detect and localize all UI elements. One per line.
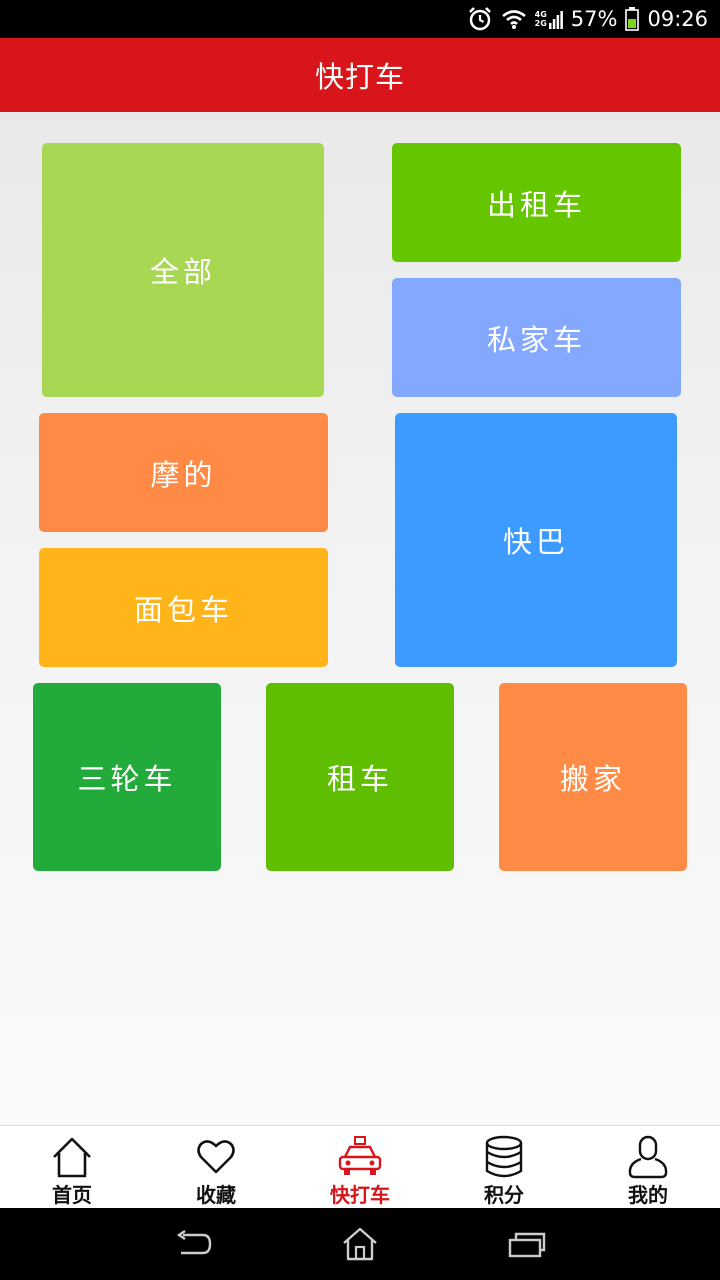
nav-home[interactable]: 首页 [0, 1126, 144, 1208]
system-home-button[interactable] [330, 1219, 390, 1269]
nav-favorites-label: 收藏 [196, 1183, 236, 1207]
tile-van[interactable]: 面包车 [39, 548, 328, 667]
network-type-top: 4G [534, 10, 547, 19]
nav-points[interactable]: 积分 [432, 1126, 576, 1208]
battery-icon [625, 7, 640, 31]
recent-apps-button[interactable] [497, 1219, 557, 1269]
system-nav-bar [0, 1208, 720, 1280]
wifi-icon [501, 8, 527, 30]
alarm-icon [467, 6, 493, 32]
network-type-bottom: 2G [534, 19, 547, 28]
nav-mine-label: 我的 [628, 1183, 668, 1207]
title-bar: 快打车 [0, 38, 720, 112]
coins-icon [481, 1134, 527, 1179]
tile-all[interactable]: 全部 [42, 143, 324, 397]
category-grid: 全部 出租车 私家车 摩的 快巴 面包车 三轮车 租车 搬家 [0, 112, 720, 1125]
bottom-nav: 首页 收藏 快打车 积分 我的 [0, 1125, 720, 1208]
tile-all-label: 全部 [149, 255, 216, 289]
user-icon [625, 1134, 671, 1179]
tile-van-label: 面包车 [133, 592, 233, 627]
nav-favorites[interactable]: 收藏 [144, 1126, 288, 1208]
tile-moto[interactable]: 摩的 [39, 413, 328, 532]
heart-icon [193, 1134, 239, 1179]
system-home-icon [343, 1227, 377, 1261]
status-bar: 4G 2G 57% 09:26 [0, 0, 720, 38]
tile-moto-label: 摩的 [150, 457, 217, 492]
back-icon [177, 1230, 212, 1255]
tile-taxi-label: 出租车 [486, 187, 586, 222]
tile-moving[interactable]: 搬家 [499, 683, 687, 871]
tile-moving-label: 搬家 [559, 762, 626, 796]
cellular-signal-icon: 4G 2G [535, 9, 563, 29]
nav-home-label: 首页 [52, 1183, 92, 1207]
tile-minibus[interactable]: 快巴 [395, 413, 677, 667]
recent-apps-icon [508, 1232, 545, 1258]
tile-private-car[interactable]: 私家车 [392, 278, 681, 397]
nav-mine[interactable]: 我的 [576, 1126, 720, 1208]
home-icon [49, 1134, 95, 1179]
page-title: 快打车 [314, 60, 405, 94]
tile-taxi[interactable]: 出租车 [392, 143, 681, 262]
tile-private-car-label: 私家车 [486, 322, 586, 357]
battery-percent: 57% [570, 7, 618, 31]
tile-minibus-label: 快巴 [502, 525, 569, 559]
nav-quick-taxi[interactable]: 快打车 [288, 1126, 432, 1208]
tile-rental-label: 租车 [326, 762, 393, 796]
nav-points-label: 积分 [484, 1183, 524, 1207]
taxi-icon [337, 1134, 383, 1179]
tile-rental[interactable]: 租车 [266, 683, 454, 871]
tile-tricycle[interactable]: 三轮车 [33, 683, 221, 871]
nav-quick-taxi-label: 快打车 [330, 1183, 390, 1207]
back-button[interactable] [163, 1219, 223, 1269]
clock: 09:26 [647, 7, 708, 31]
tile-tricycle-label: 三轮车 [77, 762, 177, 796]
